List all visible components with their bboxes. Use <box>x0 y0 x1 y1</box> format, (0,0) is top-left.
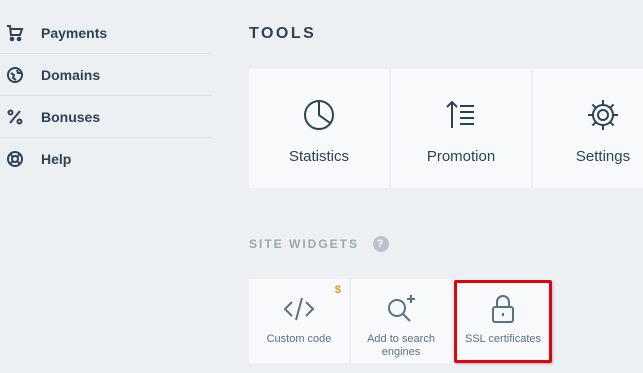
sidebar-item-label: Payments <box>41 24 108 41</box>
help-icon[interactable]: ? <box>373 236 390 252</box>
search-plus-icon <box>385 293 417 325</box>
widget-label: SSL certificates <box>464 333 541 345</box>
globe-icon <box>5 65 25 85</box>
code-icon <box>282 293 316 325</box>
tool-label: Statistics <box>288 148 349 165</box>
sidebar-item-label: Domains <box>41 66 101 83</box>
site-widgets-title-text: SITE WIDGETS <box>249 237 360 251</box>
gear-icon <box>585 97 621 133</box>
sidebar-item-domains[interactable]: Domains <box>0 54 212 96</box>
tool-label: Settings <box>575 148 631 165</box>
sidebar-item-bonuses[interactable]: Bonuses <box>0 96 212 138</box>
sidebar: Payments Domains Bonuses Help <box>0 12 212 179</box>
sidebar-item-label: Help <box>41 150 72 167</box>
tool-settings[interactable]: Settings <box>533 69 643 188</box>
tool-promotion[interactable]: Promotion <box>391 69 531 188</box>
pie-chart-icon <box>302 97 336 133</box>
tool-label: Promotion <box>426 148 496 165</box>
widget-ssl-certificates[interactable]: SSL certificates <box>453 279 553 363</box>
widget-custom-code[interactable]: $ Custom code <box>249 279 349 363</box>
widget-label: Custom code <box>266 333 332 345</box>
tools-row: Statistics Promotion Settings <box>249 69 643 188</box>
lifebuoy-icon <box>5 149 25 169</box>
lock-icon <box>489 293 517 325</box>
widgets-row: $ Custom code Add to search engines SSL … <box>249 279 555 363</box>
sidebar-item-payments[interactable]: Payments <box>0 12 212 54</box>
paid-badge: $ <box>334 284 341 296</box>
sidebar-item-label: Bonuses <box>41 108 101 125</box>
widget-add-to-search-engines[interactable]: Add to search engines <box>351 279 451 363</box>
site-widgets-title: SITE WIDGETS ? <box>249 236 390 252</box>
tools-title: TOOLS <box>249 25 317 42</box>
widget-label: Add to search engines <box>367 333 435 358</box>
tool-statistics[interactable]: Statistics <box>249 69 389 188</box>
sort-list-icon <box>444 97 478 133</box>
cart-icon <box>5 23 25 43</box>
percent-icon <box>5 107 25 127</box>
sidebar-item-help[interactable]: Help <box>0 138 212 179</box>
